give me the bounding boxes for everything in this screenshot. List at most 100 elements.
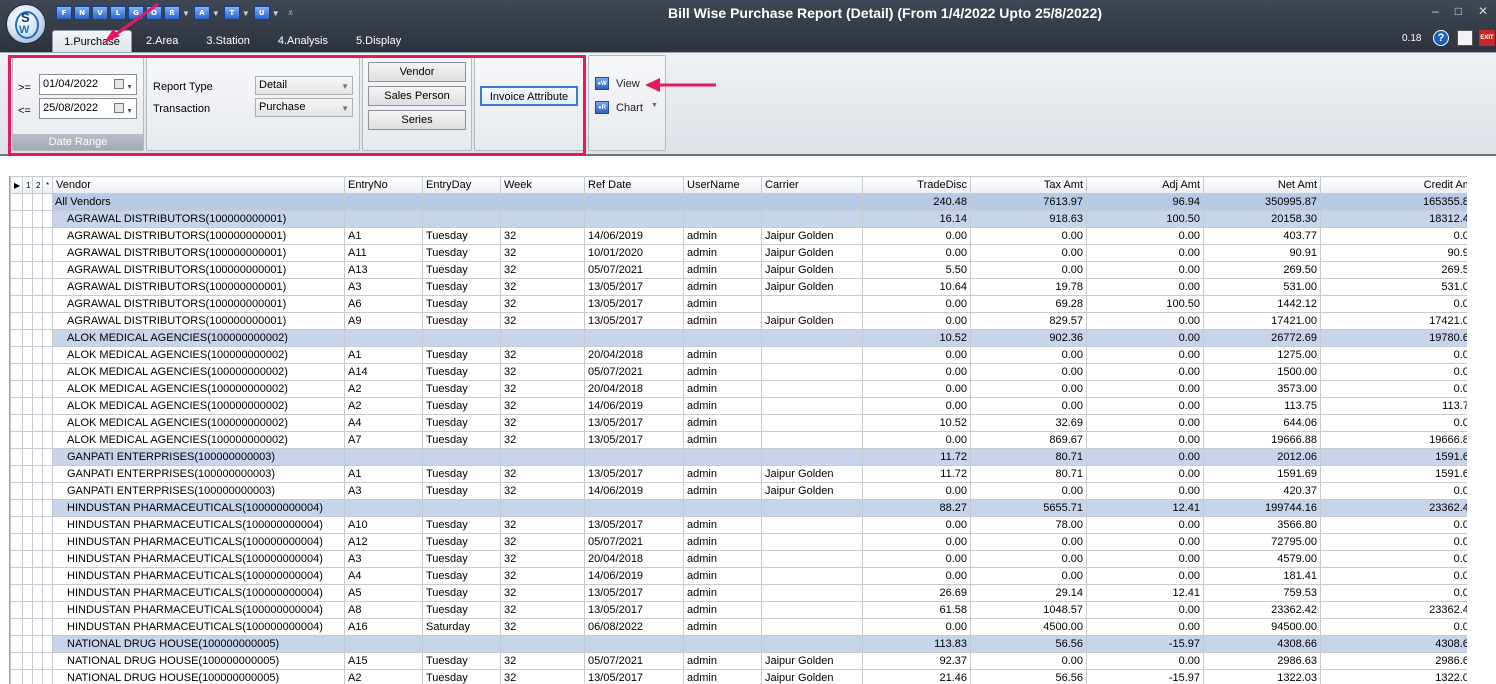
row-indicator-cell[interactable] xyxy=(10,295,23,313)
row-indicator-cell[interactable] xyxy=(22,482,33,500)
table-row[interactable]: HINDUSTAN PHARMACEUTICALS(100000000004) A… xyxy=(10,567,1467,585)
row-indicator-cell[interactable] xyxy=(10,193,23,211)
row-indicator-cell[interactable] xyxy=(22,431,33,449)
row-indicator-cell[interactable] xyxy=(10,227,23,245)
row-indicator-cell[interactable] xyxy=(22,584,33,602)
row-indicator-cell[interactable] xyxy=(32,380,43,398)
row-indicator-cell[interactable] xyxy=(10,414,23,432)
group-row[interactable]: GANPATI ENTERPRISES(100000000003) 11.72 80… xyxy=(10,448,1467,466)
row-indicator-cell[interactable] xyxy=(10,346,23,364)
row-indicator-cell[interactable] xyxy=(10,431,23,449)
row-indicator-cell[interactable] xyxy=(32,652,43,670)
table-row[interactable]: GANPATI ENTERPRISES(100000000003) A3 Tuesd… xyxy=(10,482,1467,500)
row-indicator-cell[interactable] xyxy=(42,329,53,347)
table-row[interactable]: HINDUSTAN PHARMACEUTICALS(100000000004) A… xyxy=(10,584,1467,602)
row-indicator-cell[interactable] xyxy=(10,499,23,517)
group-row[interactable]: HINDUSTAN PHARMACEUTICALS(100000000004) 8… xyxy=(10,499,1467,517)
group-level-all-button[interactable]: * xyxy=(42,176,53,194)
row-indicator-cell[interactable] xyxy=(32,516,43,534)
row-indicator-cell[interactable] xyxy=(32,601,43,619)
row-indicator-cell[interactable] xyxy=(22,329,33,347)
row-indicator-cell[interactable] xyxy=(10,584,23,602)
table-row[interactable]: AGRAWAL DISTRIBUTORS(100000000001) A9 Tues… xyxy=(10,312,1467,330)
row-indicator-cell[interactable] xyxy=(32,448,43,466)
row-indicator-cell[interactable] xyxy=(32,193,43,211)
row-indicator-cell[interactable] xyxy=(22,516,33,534)
column-header-entryday[interactable]: EntryDay xyxy=(422,176,501,194)
row-indicator-cell[interactable] xyxy=(32,635,43,653)
row-indicator-cell[interactable] xyxy=(32,482,43,500)
row-indicator-cell[interactable] xyxy=(10,448,23,466)
row-indicator-cell[interactable] xyxy=(42,584,53,602)
table-row[interactable]: ALOK MEDICAL AGENCIES(100000000002) A4 Tue… xyxy=(10,414,1467,432)
row-indicator-cell[interactable] xyxy=(42,312,53,330)
row-indicator-cell[interactable] xyxy=(42,261,53,279)
row-indicator-cell[interactable] xyxy=(22,380,33,398)
row-indicator-cell[interactable] xyxy=(42,210,53,228)
row-indicator-cell[interactable] xyxy=(22,652,33,670)
row-indicator-cell[interactable] xyxy=(22,244,33,262)
row-indicator-cell[interactable] xyxy=(42,431,53,449)
row-indicator-cell[interactable] xyxy=(22,533,33,551)
row-indicator-cell[interactable] xyxy=(32,584,43,602)
row-indicator-cell[interactable] xyxy=(42,533,53,551)
row-indicator-cell[interactable] xyxy=(32,329,43,347)
row-indicator-cell[interactable] xyxy=(22,261,33,279)
row-indicator-cell[interactable] xyxy=(10,397,23,415)
row-indicator-cell[interactable] xyxy=(42,465,53,483)
row-indicator-cell[interactable] xyxy=(32,669,43,684)
row-indicator-cell[interactable] xyxy=(32,244,43,262)
report-grid[interactable]: ▶ 1 2 * Vendor EntryNo EntryDay Week Ref… xyxy=(9,176,1467,684)
row-indicator-cell[interactable] xyxy=(22,448,33,466)
row-indicator-cell[interactable] xyxy=(42,278,53,296)
row-indicator-cell[interactable] xyxy=(10,244,23,262)
table-row[interactable]: AGRAWAL DISTRIBUTORS(100000000001) A6 Tues… xyxy=(10,295,1467,313)
row-indicator-cell[interactable] xyxy=(42,482,53,500)
row-indicator-cell[interactable] xyxy=(42,363,53,381)
row-indicator-cell[interactable] xyxy=(22,618,33,636)
table-row[interactable]: HINDUSTAN PHARMACEUTICALS(100000000004) A… xyxy=(10,601,1467,619)
table-row[interactable]: NATIONAL DRUG HOUSE(100000000005) A15 Tues… xyxy=(10,652,1467,670)
row-indicator-cell[interactable] xyxy=(42,516,53,534)
table-row[interactable]: HINDUSTAN PHARMACEUTICALS(100000000004) A… xyxy=(10,550,1467,568)
row-indicator-cell[interactable] xyxy=(32,261,43,279)
group-row[interactable]: AGRAWAL DISTRIBUTORS(100000000001) 16.14 9… xyxy=(10,210,1467,228)
column-header-adj-amt[interactable]: Adj Amt xyxy=(1086,176,1204,194)
row-indicator-cell[interactable] xyxy=(22,278,33,296)
row-indicator-cell[interactable] xyxy=(32,346,43,364)
group-row[interactable]: NATIONAL DRUG HOUSE(100000000005) 113.83 5… xyxy=(10,635,1467,653)
row-indicator-cell[interactable] xyxy=(42,295,53,313)
row-indicator-cell[interactable] xyxy=(32,363,43,381)
column-header-ref-date[interactable]: Ref Date xyxy=(584,176,684,194)
row-indicator-cell[interactable] xyxy=(42,669,53,684)
row-indicator-cell[interactable] xyxy=(42,193,53,211)
group-level-1-button[interactable]: 1 xyxy=(22,176,33,194)
total-row[interactable]: All Vendors 240.48 7613.97 96.94 350995.87 16… xyxy=(10,193,1467,211)
row-indicator-cell[interactable] xyxy=(10,618,23,636)
row-indicator-cell[interactable] xyxy=(10,516,23,534)
row-indicator-cell[interactable] xyxy=(32,431,43,449)
row-indicator-cell[interactable] xyxy=(22,312,33,330)
column-header-tradedisc[interactable]: TradeDisc xyxy=(862,176,971,194)
row-indicator-cell[interactable] xyxy=(22,465,33,483)
table-row[interactable]: HINDUSTAN PHARMACEUTICALS(100000000004) A… xyxy=(10,516,1467,534)
table-row[interactable]: NATIONAL DRUG HOUSE(100000000005) A2 Tuesd… xyxy=(10,669,1467,684)
table-row[interactable]: ALOK MEDICAL AGENCIES(100000000002) A14 Tu… xyxy=(10,363,1467,381)
row-indicator-cell[interactable] xyxy=(10,652,23,670)
row-indicator-cell[interactable] xyxy=(32,278,43,296)
row-indicator-cell[interactable] xyxy=(42,414,53,432)
row-indicator-cell[interactable] xyxy=(42,499,53,517)
row-indicator-cell[interactable] xyxy=(42,618,53,636)
column-header-net-amt[interactable]: Net Amt xyxy=(1203,176,1321,194)
row-indicator-cell[interactable] xyxy=(32,465,43,483)
row-indicator-cell[interactable] xyxy=(32,295,43,313)
row-indicator-cell[interactable] xyxy=(42,567,53,585)
column-header-vendor[interactable]: Vendor xyxy=(52,176,345,194)
column-header-username[interactable]: UserName xyxy=(683,176,762,194)
row-indicator-cell[interactable] xyxy=(22,550,33,568)
table-row[interactable]: ALOK MEDICAL AGENCIES(100000000002) A2 Tue… xyxy=(10,397,1467,415)
table-row[interactable]: HINDUSTAN PHARMACEUTICALS(100000000004) A… xyxy=(10,533,1467,551)
row-indicator-cell[interactable] xyxy=(22,567,33,585)
row-indicator-cell[interactable] xyxy=(22,499,33,517)
row-indicator-cell[interactable] xyxy=(32,533,43,551)
